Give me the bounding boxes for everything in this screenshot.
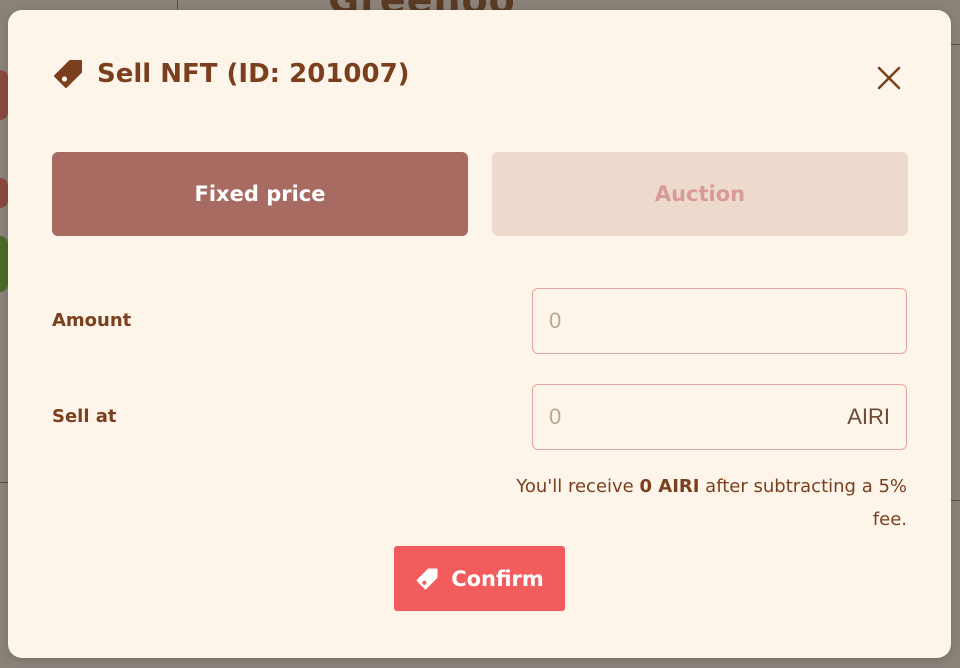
tag-icon xyxy=(415,567,439,591)
sell-at-label: Sell at xyxy=(52,406,117,427)
background-card-image xyxy=(0,178,8,208)
receive-note-suffix: after subtracting a 5% fee. xyxy=(699,476,907,530)
receive-amount: 0 AIRI xyxy=(639,476,700,497)
amount-label: Amount xyxy=(52,310,132,331)
sale-type-tabs: Fixed price Auction xyxy=(52,152,908,236)
close-button[interactable] xyxy=(874,63,904,93)
background-divider xyxy=(951,44,960,45)
close-icon xyxy=(874,66,904,97)
background-divider xyxy=(177,0,178,10)
sell-nft-modal: Sell NFT (ID: 201007) Fixed price Auctio… xyxy=(8,10,951,658)
background-divider xyxy=(951,500,960,501)
tab-auction[interactable]: Auction xyxy=(492,152,908,236)
amount-field xyxy=(532,288,907,354)
sell-at-field: AIRI xyxy=(532,384,907,450)
receive-note: You'll receive 0 AIRI after subtracting … xyxy=(487,470,907,536)
modal-header: Sell NFT (ID: 201007) xyxy=(52,58,410,90)
confirm-button[interactable]: Confirm xyxy=(394,546,565,611)
tag-icon xyxy=(52,58,84,90)
receive-note-prefix: You'll receive xyxy=(516,476,640,497)
background-card-image xyxy=(0,236,8,292)
tab-fixed-price[interactable]: Fixed price xyxy=(52,152,468,236)
background-divider xyxy=(0,482,8,483)
background-card-image xyxy=(0,70,8,120)
modal-title: Sell NFT (ID: 201007) xyxy=(97,59,410,89)
currency-suffix: AIRI xyxy=(847,404,890,429)
confirm-label: Confirm xyxy=(451,566,544,591)
amount-input[interactable] xyxy=(533,289,906,353)
